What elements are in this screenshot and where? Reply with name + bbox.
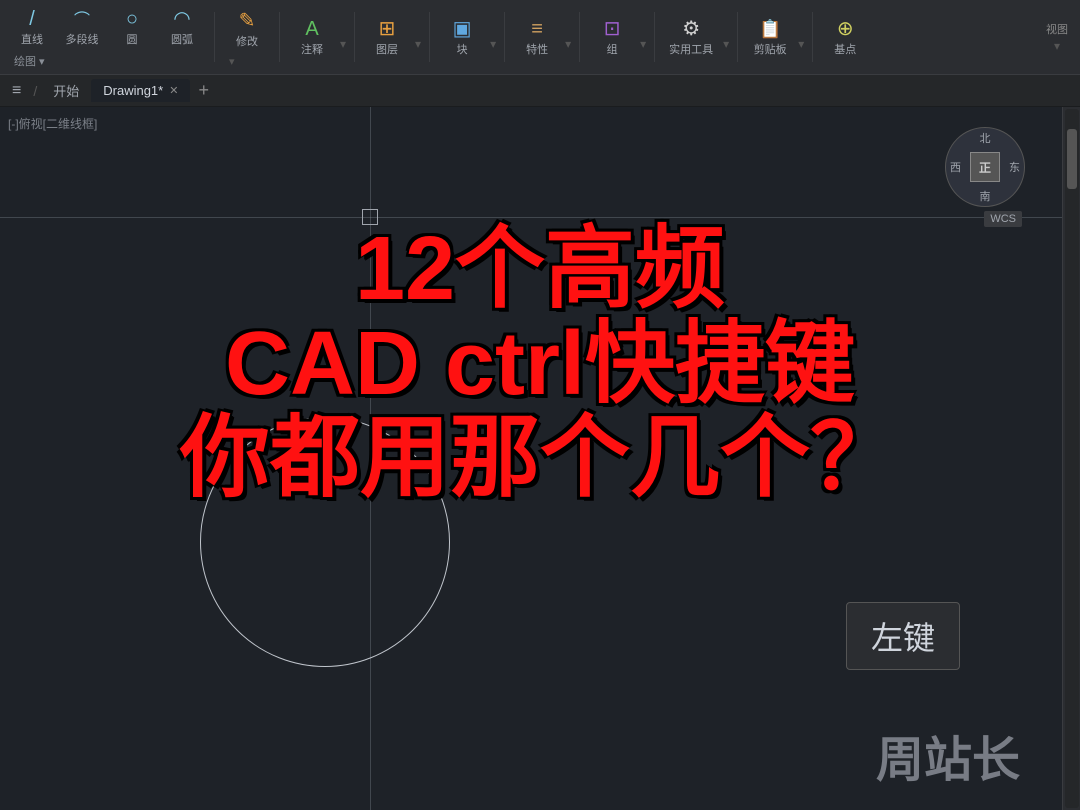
divider-5 [504,12,505,62]
polyline-label: 多段线 [66,31,99,47]
divider-9 [812,12,813,62]
layer-label: 图层 [376,41,398,57]
divider-7 [654,12,655,62]
compass-south: 南 [980,188,991,204]
clipboard-tool[interactable]: 剪贴板 [746,13,794,61]
overlay-line2: CAD ctrl快捷键 [0,317,1080,412]
circle-icon [126,7,138,29]
tab-drawing1[interactable]: Drawing1* ✕ [91,79,190,102]
menu-icon[interactable]: ≡ [8,78,25,104]
line-tool[interactable]: 直线 [8,3,56,51]
property-label: 特性 [526,41,548,57]
utility-icon [682,17,700,39]
divider-2 [279,12,280,62]
scrollbar-thumb[interactable] [1067,129,1077,189]
block-tool[interactable]: 块 [438,13,486,61]
divider-4 [429,12,430,62]
overlay-title: 12个高频 CAD ctrl快捷键 你都用那个几个？ [0,222,1080,506]
property-tool[interactable]: 特性 [513,13,561,61]
tab-separator: / [29,83,41,99]
draw-label: 绘图 [14,53,36,69]
crosshair-horizontal [0,217,1062,218]
property-icon [531,17,543,39]
divider-8 [737,12,738,62]
compass-north: 北 [980,130,991,146]
tab-close-icon[interactable]: ✕ [169,84,178,97]
line-label: 直线 [21,31,43,47]
annotate-tool[interactable]: 注释 [288,13,336,61]
tabbar: ≡ / 开始 Drawing1* ✕ + [0,75,1080,107]
watermark: 周站长 [876,720,1020,790]
modify-tool[interactable]: 修改 [223,5,271,53]
layer-icon [379,17,396,39]
modify-icon [239,9,256,31]
clipboard-icon [759,17,781,39]
utility-label: 实用工具 [669,41,713,57]
compass-west: 西 [950,159,961,175]
utility-tool[interactable]: 实用工具 [663,13,719,61]
block-label: 块 [457,41,468,57]
overlay-line3: 你都用那个几个？ [0,411,1080,506]
tab-add-icon[interactable]: + [194,80,213,101]
divider-3 [354,12,355,62]
view-label: [-]俯视[二维线框] [8,115,97,132]
divider-1 [214,12,215,62]
modify-section-label: ▾ [223,53,271,70]
main-toolbar: 直线 多段线 圆 圆弧 绘图 ▾ 修改 [0,0,1080,75]
tab-home[interactable]: 开始 [45,77,87,104]
group-tool[interactable]: 组 [588,13,636,61]
arc-label: 圆弧 [171,31,193,47]
annotate-icon [305,17,318,39]
draw-dropdown-icon[interactable]: ▾ [39,55,45,68]
base-icon [837,17,854,39]
arc-icon [173,7,190,29]
left-key-badge: 左键 [846,602,960,670]
group-icon [604,17,621,39]
clipboard-label: 剪贴板 [754,41,787,57]
overlay-line1: 12个高频 [0,222,1080,317]
compass-circle: 北 南 东 西 正 [945,127,1025,207]
layer-tool[interactable]: 图层 [363,13,411,61]
line-icon [29,7,35,29]
arc-tool[interactable]: 圆弧 [158,3,206,51]
modify-section: 修改 ▾ [223,5,271,70]
compass-center: 正 [970,152,1000,182]
draw-section-label: 绘图 ▾ [8,51,206,71]
canvas-area: [-]俯视[二维线框] 北 南 东 西 正 WCS 12个高频 CAD ctrl… [0,107,1080,810]
polyline-tool[interactable]: 多段线 [58,3,106,51]
draw-tools-row: 直线 多段线 圆 圆弧 [8,3,206,51]
polyline-icon [74,7,90,29]
compass: 北 南 东 西 正 [945,127,1025,207]
group-label: 组 [607,41,618,57]
modify-label: 修改 [236,33,258,49]
compass-east: 东 [1009,159,1020,175]
annotate-label: 注释 [301,41,323,57]
base-label: 基点 [834,41,856,57]
tab-drawing1-label: Drawing1* [103,83,163,98]
modify-tools-row: 修改 [223,5,271,53]
view-section-label: 视图 [1046,21,1068,37]
circle-label: 圆 [127,31,138,47]
base-tool[interactable]: 基点 [821,13,869,61]
draw-section: 直线 多段线 圆 圆弧 绘图 ▾ [8,3,206,71]
divider-6 [579,12,580,62]
block-icon [453,17,472,39]
circle-tool[interactable]: 圆 [108,3,156,51]
